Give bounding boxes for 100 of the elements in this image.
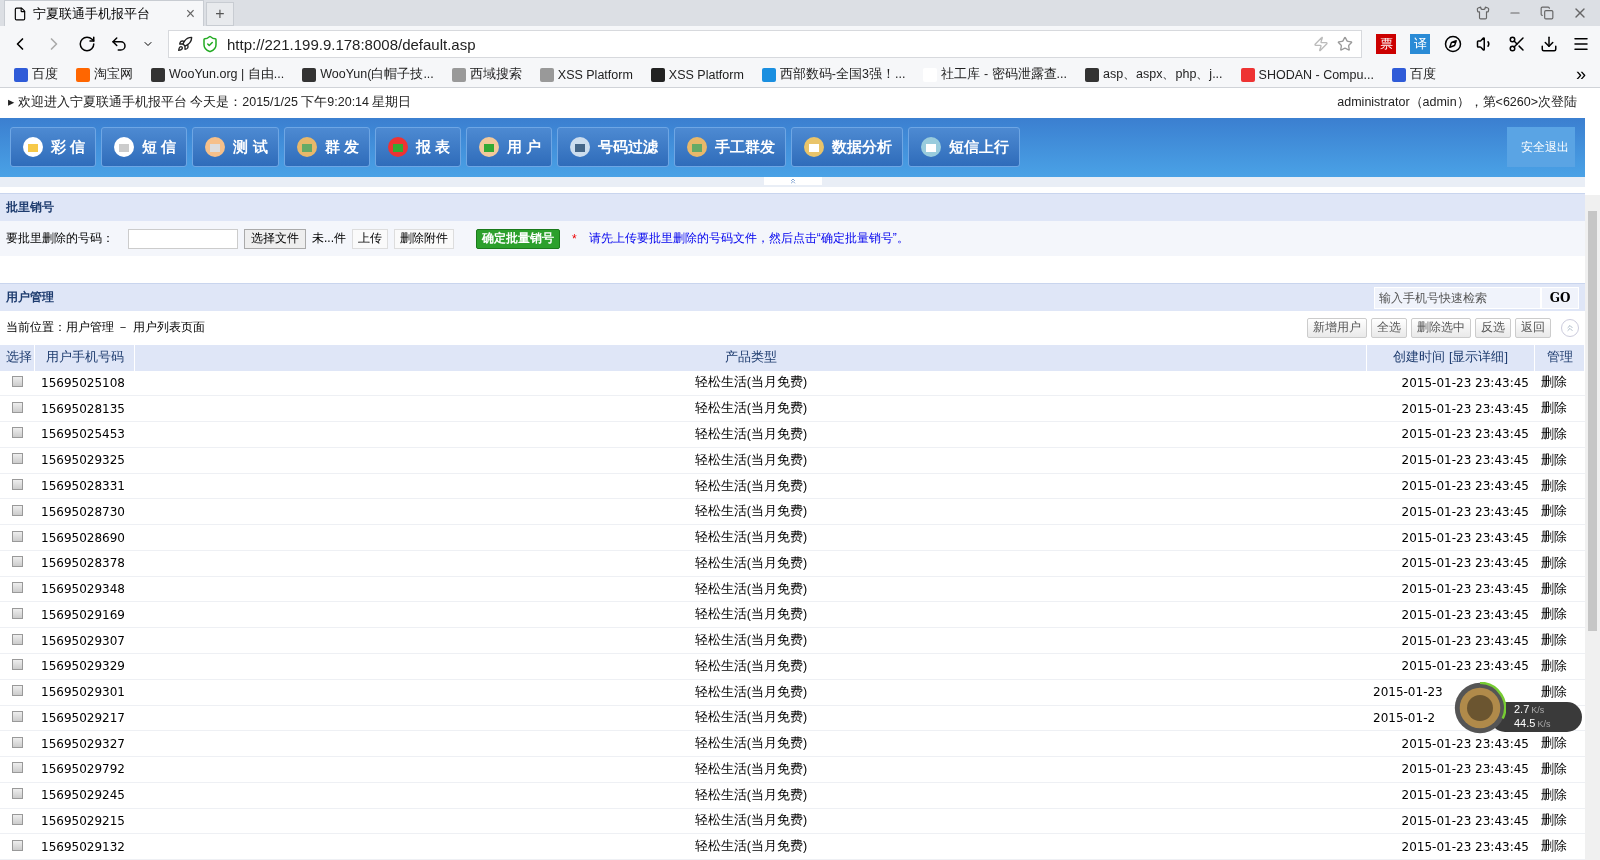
nav-button[interactable]: 群 发 xyxy=(283,127,370,168)
row-checkbox[interactable] xyxy=(12,401,23,413)
table-cell-text: 轻松生活(当月免费) xyxy=(693,477,809,495)
delete-link[interactable]: 删除 xyxy=(1541,607,1567,622)
star-icon[interactable] xyxy=(1337,36,1353,52)
nav-button[interactable]: 数据分析 xyxy=(791,127,904,168)
row-checkbox[interactable] xyxy=(12,736,23,748)
bookmark[interactable]: SHODAN - Compu... xyxy=(1240,67,1374,82)
delete-link[interactable]: 删除 xyxy=(1541,427,1567,441)
row-checkbox[interactable] xyxy=(12,427,23,439)
delete-link[interactable]: 删除 xyxy=(1541,761,1567,776)
row-checkbox[interactable] xyxy=(12,582,23,594)
compass-icon[interactable] xyxy=(1444,35,1462,53)
action-button[interactable]: 新增用户 xyxy=(1307,318,1367,338)
menu-icon[interactable] xyxy=(1572,35,1590,53)
delete-link[interactable]: 删除 xyxy=(1541,581,1567,596)
nav-button[interactable]: 彩 信 xyxy=(10,127,97,168)
new-tab-button[interactable]: + xyxy=(206,2,234,26)
row-checkbox[interactable] xyxy=(12,788,23,800)
more-bookmarks-button[interactable]: » xyxy=(1576,64,1586,85)
scissors-icon[interactable] xyxy=(1508,35,1526,53)
action-button[interactable]: 返回 xyxy=(1515,318,1551,338)
bookmark[interactable]: 淘宝网 xyxy=(76,66,133,83)
table-cell: 2015-01-23 23:43:45 xyxy=(1401,813,1529,828)
scroll-top-button[interactable] xyxy=(1561,319,1579,337)
bookmark[interactable]: 西部数码-全国3强！... xyxy=(761,66,906,83)
extension-icon[interactable]: 译 xyxy=(1410,34,1430,54)
action-button[interactable]: 删除选中 xyxy=(1411,318,1471,338)
bookmark[interactable]: 社工库 - 密码泄露查... xyxy=(923,66,1067,83)
table-cell: 2015-01-23 23:43:45 xyxy=(1401,659,1529,674)
user-info: administrator（admin），第<6260>次登陆 xyxy=(1337,94,1577,112)
number-field[interactable] xyxy=(128,228,238,249)
reload-icon[interactable] xyxy=(78,35,96,53)
lightning-icon[interactable] xyxy=(1313,36,1329,52)
delete-link[interactable]: 删除 xyxy=(1541,658,1567,673)
nav-button[interactable]: 报 表 xyxy=(374,127,461,168)
download-icon[interactable] xyxy=(1540,35,1558,53)
address-bar[interactable]: http://221.199.9.178:8008/default.asp xyxy=(168,30,1362,58)
section-title: 批里销号 xyxy=(6,198,54,216)
nav-button[interactable]: 短 信 xyxy=(101,127,188,168)
nav-item-icon xyxy=(112,135,137,160)
scrollbar[interactable] xyxy=(1585,195,1600,860)
bookmark[interactable]: WooYun(白帽子技... xyxy=(302,66,434,83)
breadcrumb: 当前位置：用户管理 － 用户列表页面 xyxy=(6,319,205,337)
delete-link[interactable]: 删除 xyxy=(1541,633,1567,648)
delete-link[interactable]: 删除 xyxy=(1541,684,1567,699)
bookmark[interactable]: asp、aspx、php、j... xyxy=(1084,66,1223,83)
bookmark[interactable]: 百度 xyxy=(1391,66,1436,83)
row-checkbox[interactable] xyxy=(12,659,23,671)
nav-button[interactable]: 短信上行 xyxy=(908,127,1021,168)
row-checkbox[interactable] xyxy=(12,710,23,722)
delete-link[interactable]: 删除 xyxy=(1541,736,1567,751)
bookmark[interactable]: XSS Platform xyxy=(650,67,744,82)
bookmark[interactable]: 西域搜索 xyxy=(451,66,522,83)
upload-button[interactable]: 上传 xyxy=(352,228,388,249)
table-cell-text: 15695029325 xyxy=(40,453,126,468)
bookmark[interactable]: WooYun.org | 自由... xyxy=(151,66,285,83)
bookmark[interactable]: 百度 xyxy=(14,66,58,83)
delete-link[interactable]: 删除 xyxy=(1541,813,1567,828)
row-checkbox[interactable] xyxy=(12,453,23,465)
row-checkbox[interactable] xyxy=(12,504,23,516)
show-details-link[interactable]: [显示详细] xyxy=(1449,349,1508,367)
row-checkbox[interactable] xyxy=(12,685,23,697)
row-checkbox[interactable] xyxy=(12,762,23,774)
delete-link[interactable]: 删除 xyxy=(1541,452,1567,467)
nav-button[interactable]: 手工群发 xyxy=(674,127,787,168)
delete-link[interactable]: 删除 xyxy=(1541,555,1567,570)
delete-link[interactable]: 删除 xyxy=(1541,478,1567,493)
delete-link[interactable]: 删除 xyxy=(1541,504,1567,519)
row-checkbox[interactable] xyxy=(12,633,23,645)
table-cell-text: 15695028135 xyxy=(40,401,126,416)
table-cell-text: 15695029169 xyxy=(40,607,126,622)
table-cell-text: 轻松生活(当月免费) xyxy=(693,606,809,624)
skin-icon[interactable] xyxy=(1476,6,1490,20)
close-tab-button[interactable]: × xyxy=(185,4,195,23)
delete-link[interactable]: 删除 xyxy=(1541,401,1567,416)
row-checkbox[interactable] xyxy=(12,607,23,619)
row-checkbox[interactable] xyxy=(12,839,23,851)
nav-button[interactable]: 用 户 xyxy=(465,127,553,168)
delete-link[interactable]: 删除 xyxy=(1541,839,1567,854)
undo-icon[interactable] xyxy=(110,35,128,53)
bookmark[interactable]: XSS Platform xyxy=(539,67,633,82)
row-checkbox[interactable] xyxy=(12,479,23,490)
row-checkbox[interactable] xyxy=(12,556,23,568)
action-button[interactable]: 全选 xyxy=(1371,318,1407,338)
delete-link[interactable]: 删除 xyxy=(1541,530,1567,545)
browser-tab[interactable]: 宁夏联通手机报平台 × xyxy=(4,0,204,26)
restore-icon[interactable] xyxy=(1540,6,1554,20)
delete-link[interactable]: 删除 xyxy=(1541,375,1567,390)
choose-file-button[interactable]: 选择文件 xyxy=(244,228,306,249)
row-checkbox[interactable] xyxy=(12,813,23,825)
action-button[interactable]: 反选 xyxy=(1475,318,1511,338)
column-header: 选择 xyxy=(6,349,32,367)
extension-icon[interactable]: 票 xyxy=(1376,34,1396,54)
row-checkbox[interactable] xyxy=(12,530,23,542)
delete-link[interactable]: 删除 xyxy=(1541,787,1567,802)
nav-button[interactable]: 号码过滤 xyxy=(557,127,670,168)
row-checkbox[interactable] xyxy=(12,375,23,387)
delete-attachment-button[interactable]: 删除附件 xyxy=(394,228,454,249)
nav-button[interactable]: 测 试 xyxy=(192,127,279,168)
